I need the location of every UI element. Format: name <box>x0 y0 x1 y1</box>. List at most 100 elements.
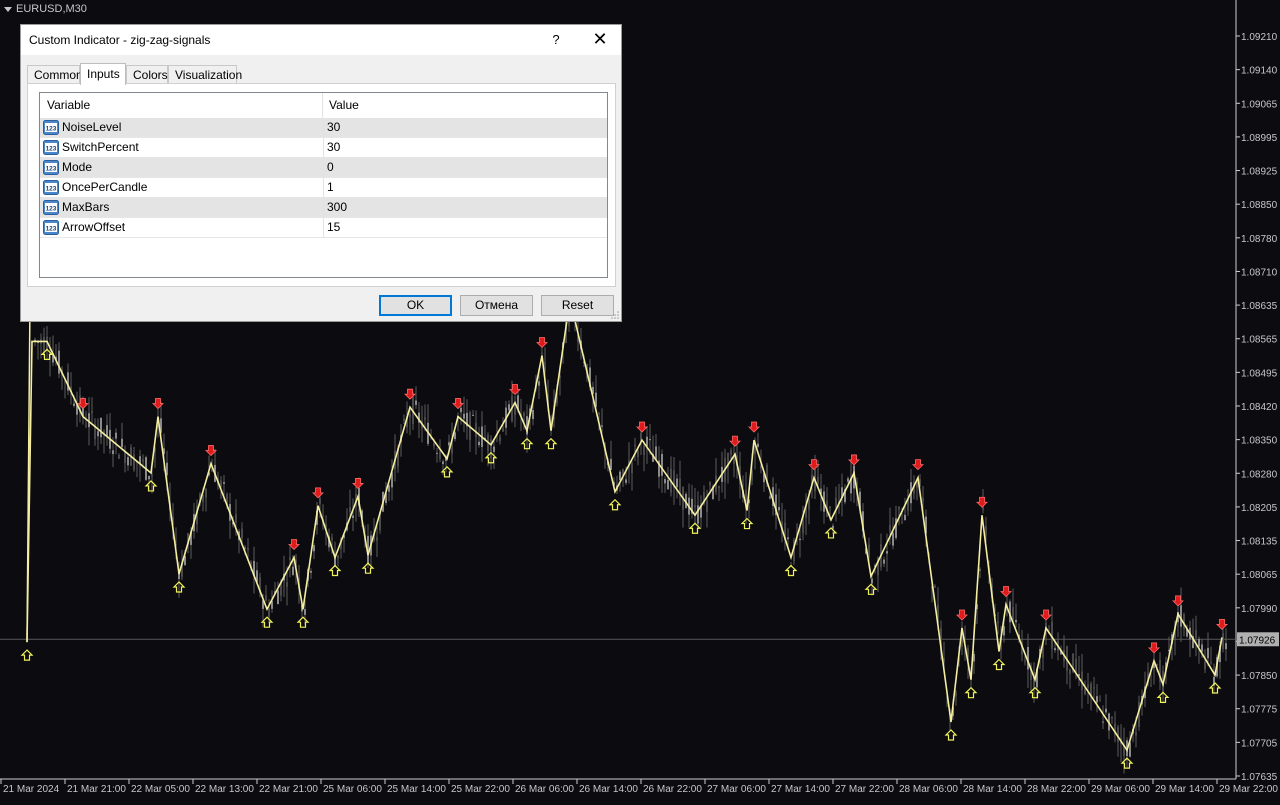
current-price-label: 1.07926 <box>1239 635 1276 646</box>
candle-body <box>1198 638 1200 647</box>
up-arrow-icon <box>864 583 878 595</box>
up-arrow-icon <box>824 527 838 539</box>
candle-body <box>1207 647 1209 659</box>
column-header-variable[interactable]: Variable <box>40 93 323 118</box>
candle-body <box>1195 629 1197 638</box>
candle-body <box>835 498 837 508</box>
param-row[interactable]: 123 OncePerCandle 1 <box>40 178 607 198</box>
candle-body <box>778 506 780 511</box>
candle-body <box>1024 660 1026 662</box>
up-arrow-icon <box>608 498 622 511</box>
price-tick-label: 1.07850 <box>1241 671 1278 682</box>
candle-body <box>448 442 450 446</box>
candle-body <box>706 500 708 513</box>
candle-body <box>955 692 957 697</box>
up-arrow-icon <box>144 480 158 492</box>
candle-body <box>148 475 150 480</box>
param-name: ArrowOffset <box>62 220 126 234</box>
symbol-timeframe-label: EURUSD,M30 <box>4 3 87 15</box>
reset-button[interactable]: Reset <box>541 295 614 316</box>
help-button[interactable]: ? <box>545 28 567 52</box>
param-row[interactable]: 123 ArrowOffset 15 <box>40 218 607 238</box>
candle-body <box>151 474 153 477</box>
cancel-button[interactable]: Отмена <box>460 295 533 316</box>
down-arrow-icon <box>748 421 760 433</box>
param-row[interactable]: 123 MaxBars 300 <box>40 198 607 218</box>
param-value[interactable]: 300 <box>327 198 347 217</box>
tab-common[interactable]: Common <box>27 65 83 83</box>
candle-body <box>310 571 312 573</box>
candle-body <box>133 454 135 470</box>
numeric-123-icon: 123 <box>43 220 59 235</box>
param-value[interactable]: 0 <box>327 158 334 177</box>
ok-button[interactable]: OK <box>379 295 452 316</box>
symbol-text: EURUSD,M30 <box>16 3 87 15</box>
price-tick-label: 1.08420 <box>1241 402 1278 413</box>
candle-body <box>541 352 543 354</box>
up-arrow-icon <box>944 729 958 741</box>
price-tick-label: 1.07705 <box>1241 738 1278 749</box>
column-header-value[interactable]: Value <box>323 93 607 118</box>
column-divider <box>323 198 324 217</box>
candle-body <box>436 452 438 454</box>
time-tick-label: 27 Mar 14:00 <box>771 784 830 795</box>
candle-body <box>1093 687 1095 689</box>
candle-body <box>241 528 243 539</box>
param-value[interactable]: 1 <box>327 178 334 197</box>
time-tick-label: 29 Mar 14:00 <box>1155 784 1214 795</box>
numeric-123-icon: 123 <box>43 120 59 135</box>
candle-body <box>598 413 600 415</box>
candle-body <box>121 438 123 448</box>
candle-body <box>304 609 306 615</box>
time-tick-label: 28 Mar 14:00 <box>963 784 1022 795</box>
candle-body <box>901 522 903 524</box>
candle-body <box>292 566 294 575</box>
candle-body <box>424 417 426 420</box>
param-value[interactable]: 15 <box>327 218 340 237</box>
candle-body <box>889 524 891 532</box>
price-tick-label: 1.08205 <box>1241 503 1278 514</box>
candle-body <box>58 350 60 374</box>
candle-body <box>118 454 120 459</box>
param-value[interactable]: 30 <box>327 118 340 137</box>
param-name: OncePerCandle <box>62 180 148 194</box>
column-divider <box>323 218 324 237</box>
tab-visualization[interactable]: Visualization <box>168 65 242 83</box>
up-arrow-icon <box>544 437 558 450</box>
resize-grip-icon[interactable] <box>611 311 619 319</box>
param-row[interactable]: 123 Mode 0 <box>40 158 607 178</box>
candle-body <box>1054 648 1056 651</box>
candle-body <box>376 537 378 541</box>
param-row[interactable]: 123 NoiseLevel 30 <box>40 118 607 138</box>
candle-body <box>1015 619 1017 623</box>
tab-colors[interactable]: Colors <box>126 65 168 83</box>
time-tick-label: 22 Mar 05:00 <box>131 784 190 795</box>
candle-body <box>808 498 810 510</box>
dialog-titlebar[interactable]: Custom Indicator - zig-zag-signals ? ✕ <box>21 25 621 55</box>
svg-text:123: 123 <box>46 126 57 133</box>
candle-body <box>289 557 291 561</box>
tab-inputs[interactable]: Inputs <box>80 63 126 85</box>
candle-body <box>463 413 465 419</box>
param-row[interactable]: 123 SwitchPercent 30 <box>40 138 607 158</box>
column-divider <box>323 138 324 157</box>
down-arrow-icon <box>1040 609 1052 621</box>
down-arrow-icon <box>1000 586 1012 598</box>
candle-body <box>883 559 885 564</box>
candle-body <box>337 555 339 559</box>
candle-body <box>349 507 351 512</box>
candle-body <box>331 537 333 540</box>
candle-body <box>409 413 411 418</box>
candle-body <box>100 417 102 438</box>
up-arrow-icon <box>296 616 310 628</box>
close-icon[interactable]: ✕ <box>587 28 613 52</box>
candle-body <box>493 446 495 452</box>
symbol-menu-triangle-icon[interactable] <box>4 6 12 12</box>
candle-body <box>532 410 534 420</box>
candle-body <box>631 463 633 474</box>
candle-body <box>247 547 249 551</box>
param-value[interactable]: 30 <box>327 138 340 157</box>
candle-body <box>319 497 321 505</box>
zigzag-line <box>26 298 1223 753</box>
down-arrow-icon <box>976 496 988 508</box>
